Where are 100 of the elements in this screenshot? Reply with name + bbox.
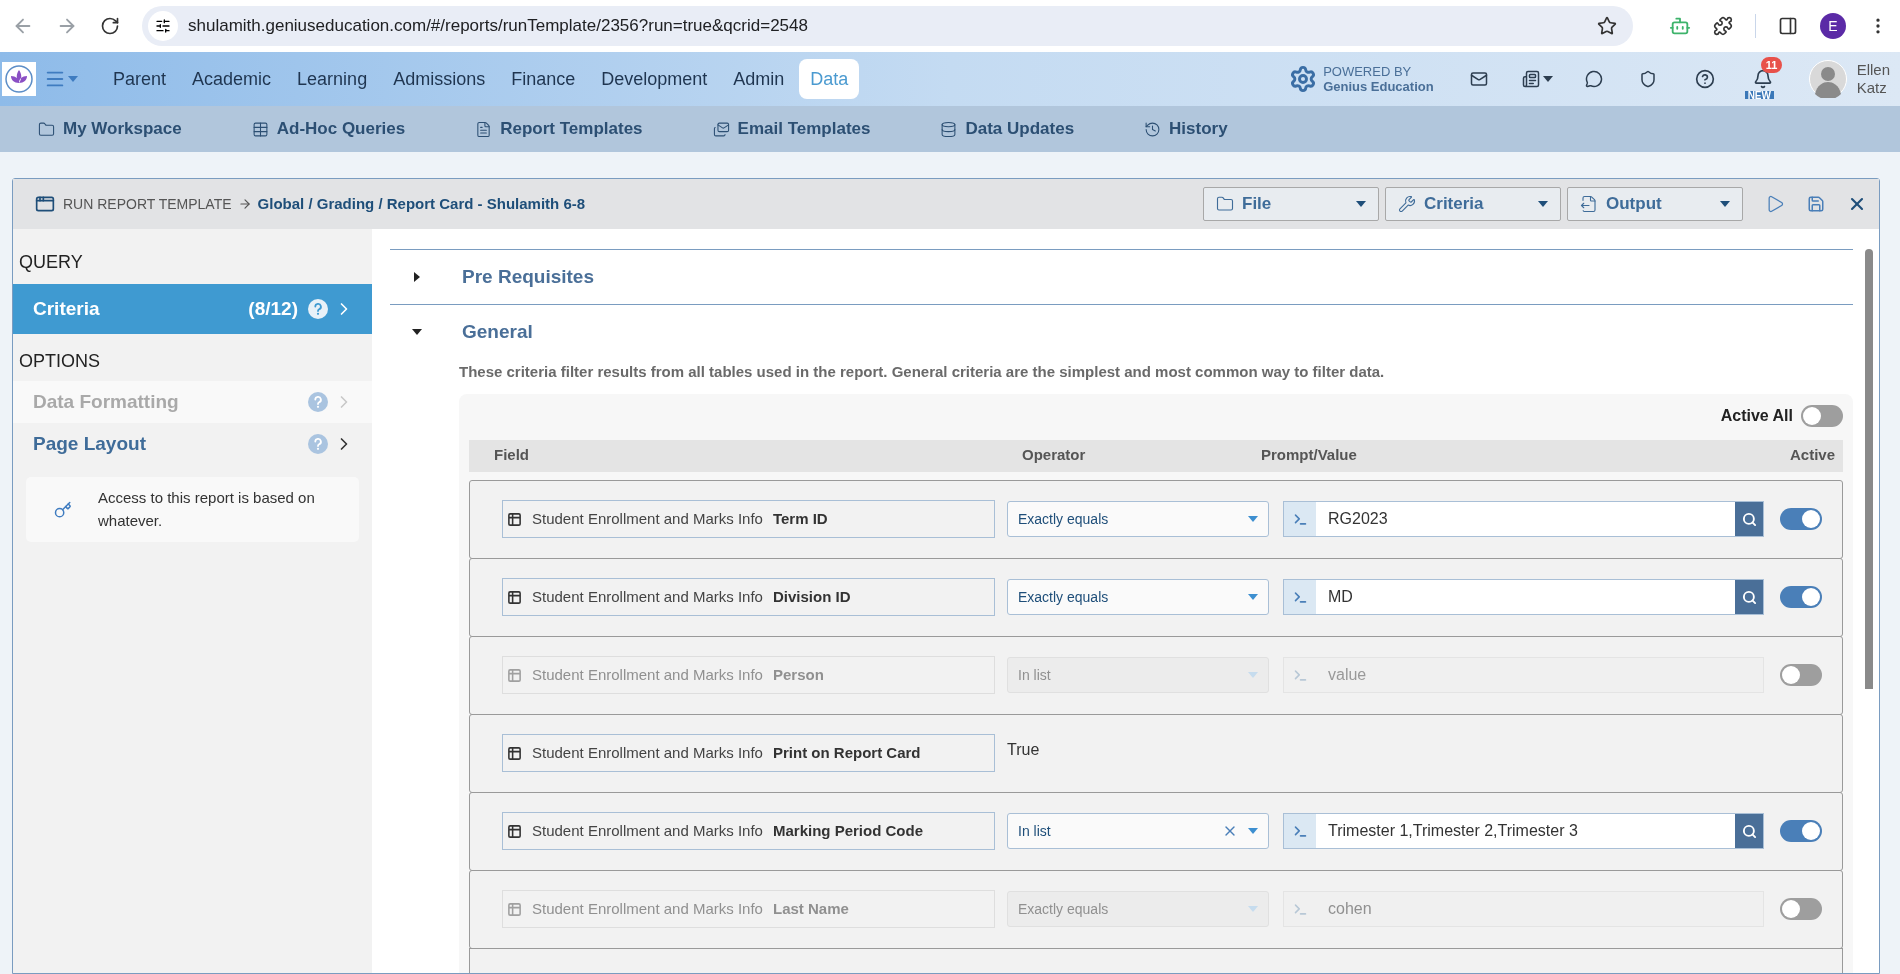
extension-icon[interactable] — [1669, 15, 1691, 37]
nav-tab[interactable]: Parent — [102, 59, 178, 99]
operator-select[interactable]: Exactly equals — [1007, 579, 1269, 615]
value-field[interactable]: MD — [1283, 579, 1764, 615]
toggle-switch[interactable] — [1780, 664, 1822, 686]
column-header: Operator — [1022, 445, 1087, 466]
envelope-icon — [712, 120, 730, 138]
search-button[interactable] — [1735, 580, 1763, 614]
operator-select[interactable]: Exactly equals — [1007, 891, 1269, 927]
search-icon — [1741, 823, 1757, 839]
caret-right-icon[interactable] — [412, 272, 422, 282]
caret-icon — [1248, 672, 1258, 678]
user-avatar[interactable] — [1808, 60, 1847, 98]
sidebar-item[interactable]: Page Layout — [13, 423, 372, 465]
help-icon[interactable] — [1694, 69, 1715, 89]
subnav-link[interactable]: Ad-Hoc Queries — [251, 116, 406, 142]
site-info-button[interactable] — [148, 11, 178, 41]
column-header: Active — [1789, 445, 1835, 466]
subnav-link[interactable]: My Workspace — [38, 116, 182, 142]
notification-bell-icon[interactable] — [1752, 69, 1773, 89]
mail-icon[interactable] — [1469, 70, 1488, 88]
brand-name: Genius Education — [1323, 79, 1434, 94]
caret-icon — [1248, 594, 1258, 600]
nav-tab[interactable]: Admissions — [382, 59, 497, 99]
side-panel-icon[interactable] — [1778, 16, 1798, 36]
arrow-icon — [237, 197, 252, 211]
key-icon — [54, 500, 72, 519]
caret-icon — [1356, 201, 1366, 207]
user-last-name: Katz — [1856, 79, 1888, 97]
toggle-switch[interactable] — [1801, 404, 1843, 427]
section-title[interactable]: General — [462, 317, 533, 347]
table-name: Student Enrollment and Marks Info — [531, 586, 764, 607]
caret-icon — [1248, 516, 1258, 522]
bookmark-star-icon[interactable] — [1597, 16, 1617, 36]
criteria-count: (8/12) — [248, 296, 298, 321]
value-input[interactable]: RG2023 — [1316, 502, 1735, 536]
toggle-switch[interactable] — [1780, 586, 1822, 608]
subnav-link[interactable]: History — [1144, 116, 1228, 142]
reports-menu-button[interactable] — [1521, 70, 1553, 88]
document-icon — [475, 120, 493, 138]
table-name: Student Enrollment and Marks Info — [531, 742, 764, 763]
search-button[interactable] — [1735, 502, 1763, 536]
active-all-label: Active All — [1720, 405, 1793, 426]
subnav-link[interactable]: Email Templates — [712, 116, 871, 142]
chat-icon[interactable] — [1584, 70, 1603, 88]
section-title[interactable]: Pre Requisites — [462, 262, 594, 292]
table-name: Student Enrollment and Marks Info — [531, 508, 764, 529]
menu-dropdown[interactable]: File — [1203, 187, 1379, 221]
caret-down-icon[interactable] — [412, 327, 422, 337]
toggle-switch[interactable] — [1780, 508, 1822, 530]
operator-select[interactable]: Exactly equals — [1007, 501, 1269, 537]
prompt-icon — [1292, 823, 1308, 839]
save-icon[interactable] — [1807, 195, 1825, 213]
help-icon — [308, 434, 328, 454]
nav-tab[interactable]: Academic — [181, 59, 283, 99]
nav-tab[interactable]: Learning — [286, 59, 379, 99]
history-icon — [1144, 120, 1162, 138]
menu-dropdown[interactable]: Output — [1567, 187, 1743, 221]
prompt-icon — [1292, 667, 1308, 683]
search-button[interactable] — [1735, 814, 1763, 848]
extensions-icon[interactable] — [1713, 16, 1733, 36]
value-input[interactable]: Trimester 1,Trimester 2,Trimester 3 — [1316, 814, 1735, 848]
caret-icon — [1248, 828, 1258, 834]
table-name: Student Enrollment and Marks Info — [531, 820, 764, 841]
address-bar[interactable]: shulamith.geniuseducation.com/#/reports/runTemplate/2356?run=true&qcrid=2548 — [142, 6, 1633, 46]
static-value: True — [1007, 739, 1040, 760]
table-name: Student Enrollment and Marks Info — [531, 898, 764, 919]
subnav-link[interactable]: Report Templates — [475, 116, 643, 142]
nav-tab[interactable]: Data — [799, 59, 860, 99]
database-icon — [940, 120, 958, 138]
caret-icon — [1538, 201, 1548, 207]
table-icon — [507, 589, 522, 605]
field-name: Print on Report Card — [772, 742, 921, 763]
search-icon — [1741, 589, 1757, 605]
field-name: Division ID — [772, 586, 851, 607]
field-name: Person — [772, 664, 824, 685]
profile-avatar[interactable]: E — [1820, 13, 1846, 39]
operator-select[interactable]: In list — [1007, 657, 1269, 693]
value-input[interactable]: MD — [1316, 580, 1735, 614]
prompt-icon — [1292, 511, 1308, 527]
operator-select[interactable]: In list — [1007, 813, 1269, 849]
tune-icon — [155, 18, 171, 34]
description-text: These criteria filter results from all tables used in the report. General criteria are the simplest and most common way to filter data. — [459, 362, 1386, 382]
url-text: shulamith.geniuseducation.com/#/reports/runTemplate/2356?run=true&qcrid=2548 — [188, 15, 809, 38]
nav-tab[interactable]: Finance — [500, 59, 587, 99]
table-icon — [507, 823, 522, 839]
menu-dropdown[interactable]: Criteria — [1385, 187, 1561, 221]
scrollbar-thumb[interactable] — [1865, 249, 1873, 689]
nav-tab[interactable]: Admin — [722, 59, 796, 99]
value-field[interactable]: Trimester 1,Trimester 2,Trimester 3 — [1283, 813, 1764, 849]
subnav-link[interactable]: Data Updates — [940, 116, 1075, 142]
sidebar-item[interactable]: Criteria (8/12) — [13, 284, 372, 334]
table-icon — [507, 667, 522, 683]
toggle-switch[interactable] — [1780, 898, 1822, 920]
nav-tab[interactable]: Development — [590, 59, 719, 99]
value-field[interactable]: RG2023 — [1283, 501, 1764, 537]
section-heading: OPTIONS — [18, 350, 101, 373]
reload-icon[interactable] — [100, 16, 120, 36]
search-icon — [1741, 511, 1757, 527]
toggle-switch[interactable] — [1780, 820, 1822, 842]
